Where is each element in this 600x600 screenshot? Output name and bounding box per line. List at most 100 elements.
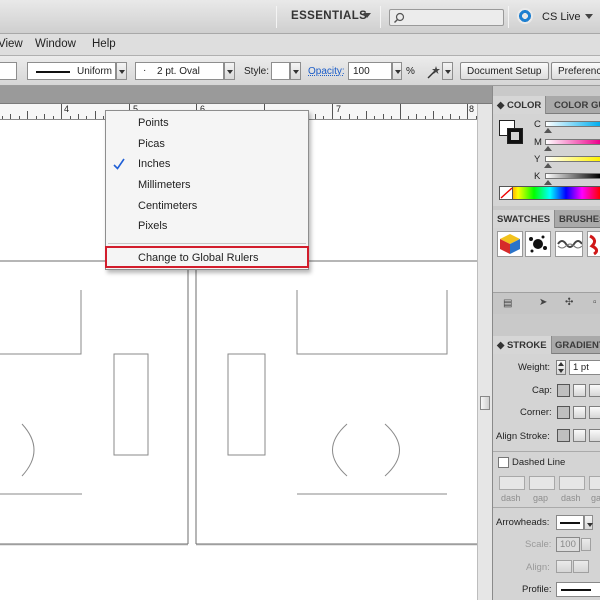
- scrollbar-thumb[interactable]: [480, 396, 490, 410]
- brush-dropdown-button[interactable]: [224, 62, 235, 80]
- ruler-tick: [340, 116, 342, 119]
- arrow-tip-extends-button[interactable]: [556, 560, 572, 573]
- tab-stroke[interactable]: ◆ STROKE: [493, 336, 552, 354]
- preferences-button[interactable]: Preferences: [551, 62, 600, 80]
- tab-brushes[interactable]: BRUSHES: [555, 210, 600, 228]
- fill-color-swatch[interactable]: [0, 62, 17, 80]
- projecting-cap-button[interactable]: [589, 384, 600, 397]
- scale-input[interactable]: 100: [556, 537, 580, 552]
- dash-field-2[interactable]: [559, 476, 585, 490]
- menu-help[interactable]: Help: [92, 38, 116, 50]
- tab-swatches[interactable]: SWATCHES: [493, 210, 556, 228]
- separator: [276, 6, 277, 28]
- ruler-tick: [433, 111, 435, 119]
- opacity-slider-button[interactable]: [392, 62, 402, 80]
- style-dropdown-button[interactable]: [290, 62, 301, 80]
- gap-field-1[interactable]: [529, 476, 555, 490]
- arrow-tip-at-end-button[interactable]: [573, 560, 589, 573]
- cs-live-label[interactable]: CS Live: [542, 11, 581, 23]
- slider-thumb[interactable]: [544, 163, 552, 168]
- cs-live-dropdown-icon[interactable]: [585, 14, 593, 19]
- menu-item-centimeters[interactable]: Centimeters: [138, 200, 197, 212]
- swatch-libraries-icon[interactable]: ▤: [503, 298, 512, 309]
- align-stroke-outside-button[interactable]: [589, 429, 600, 442]
- brush-options-icon[interactable]: ✣: [565, 297, 573, 308]
- scale-dropdown-button[interactable]: [581, 538, 591, 551]
- pattern-icon: [557, 240, 583, 249]
- align-stroke-inside-button[interactable]: [573, 429, 586, 442]
- stroke-panel: Weight: 1 pt Cap: Corner: Align Stroke: …: [493, 354, 600, 600]
- weight-stepper[interactable]: [556, 360, 566, 375]
- search-field[interactable]: [389, 9, 504, 26]
- variable-width-profile-select[interactable]: Uniform: [27, 62, 116, 80]
- ruler-tick: [69, 116, 71, 119]
- swatch-pattern[interactable]: [555, 231, 583, 257]
- cyan-slider[interactable]: [545, 121, 600, 127]
- menu-item-inches[interactable]: Inches: [138, 158, 170, 170]
- tab-gradient[interactable]: GRADIENT: [551, 336, 600, 354]
- opacity-input[interactable]: 100: [348, 62, 392, 80]
- ruler-tick: [94, 111, 96, 119]
- miter-join-button[interactable]: [557, 406, 570, 419]
- vertical-scrollbar[interactable]: [477, 104, 492, 600]
- stroke-profile-label: Uniform: [77, 66, 113, 77]
- menu-item-points[interactable]: Points: [138, 117, 169, 129]
- weight-input[interactable]: 1 pt: [569, 360, 600, 375]
- ruler-tick: [331, 104, 333, 119]
- menu-item-picas[interactable]: Picas: [138, 138, 165, 150]
- start-arrowhead-select[interactable]: [556, 515, 584, 530]
- global-rulers-label: Change to Global Rulers: [138, 252, 259, 264]
- round-cap-button[interactable]: [573, 384, 586, 397]
- magenta-slider[interactable]: [545, 139, 600, 145]
- align-stroke-label: Align Stroke:: [496, 431, 550, 442]
- bevel-join-button[interactable]: [589, 406, 600, 419]
- swatches-panel-footer: ▤ ➤ ✣ ▫: [493, 292, 600, 314]
- swatch-cube[interactable]: [497, 231, 523, 257]
- opacity-link[interactable]: Opacity:: [308, 66, 345, 77]
- arrowhead-dropdown-button[interactable]: [584, 515, 593, 530]
- color-spectrum-bar[interactable]: [499, 186, 600, 200]
- new-brush-icon[interactable]: ▫: [593, 297, 597, 308]
- tab-color[interactable]: ◆ COLOR: [493, 96, 547, 114]
- document-setup-button[interactable]: Document Setup: [460, 62, 549, 80]
- swatch-splatter[interactable]: [525, 231, 551, 257]
- profile-select[interactable]: [556, 582, 600, 597]
- recolor-dropdown-button[interactable]: [442, 62, 453, 80]
- corner-label: Corner:: [520, 407, 552, 418]
- slider-thumb[interactable]: [544, 180, 552, 185]
- menu-item-millimeters[interactable]: Millimeters: [138, 179, 191, 191]
- butt-cap-button[interactable]: [557, 384, 570, 397]
- menu-window[interactable]: Window: [35, 38, 76, 50]
- ruler-tick: [1, 116, 3, 119]
- ruler-label: 4: [64, 104, 70, 114]
- checkmark-icon: [113, 158, 125, 173]
- swatch-red-pattern[interactable]: [587, 231, 600, 257]
- gap-field-2[interactable]: [589, 476, 600, 490]
- black-slider[interactable]: [545, 173, 600, 179]
- dashed-line-checkbox[interactable]: [498, 457, 509, 468]
- workspace-dropdown-icon[interactable]: [363, 13, 371, 18]
- cs-live-icon[interactable]: [517, 8, 533, 24]
- menu-divider: [108, 243, 306, 244]
- brush-definition-select[interactable]: · 2 pt. Oval: [135, 62, 224, 80]
- yellow-slider[interactable]: [545, 156, 600, 162]
- align-stroke-center-button[interactable]: [557, 429, 570, 442]
- search-icon: [394, 12, 405, 23]
- dash-field-1[interactable]: [499, 476, 525, 490]
- place-brush-icon[interactable]: ➤: [539, 297, 547, 308]
- menu-view[interactable]: View: [0, 38, 23, 50]
- workspace-switcher-label[interactable]: ESSENTIALS: [291, 10, 367, 22]
- menu-item-change-to-global-rulers[interactable]: Change to Global Rulers: [105, 246, 309, 268]
- ruler-units-context-menu: Points Picas Inches Millimeters Centimet…: [105, 110, 309, 270]
- slider-thumb[interactable]: [544, 128, 552, 133]
- slider-thumb[interactable]: [544, 146, 552, 151]
- stroke-profile-line-icon: [36, 71, 70, 73]
- recolor-artwork-icon[interactable]: [425, 65, 441, 82]
- graphic-style-swatch[interactable]: [271, 62, 290, 80]
- menu-item-pixels[interactable]: Pixels: [138, 220, 167, 232]
- tab-color-guide[interactable]: COLOR GUIDE: [550, 96, 600, 114]
- round-join-button[interactable]: [573, 406, 586, 419]
- ruler-tick: [86, 116, 88, 119]
- profile-dropdown-button[interactable]: [116, 62, 127, 80]
- none-swatch-icon[interactable]: [500, 187, 513, 199]
